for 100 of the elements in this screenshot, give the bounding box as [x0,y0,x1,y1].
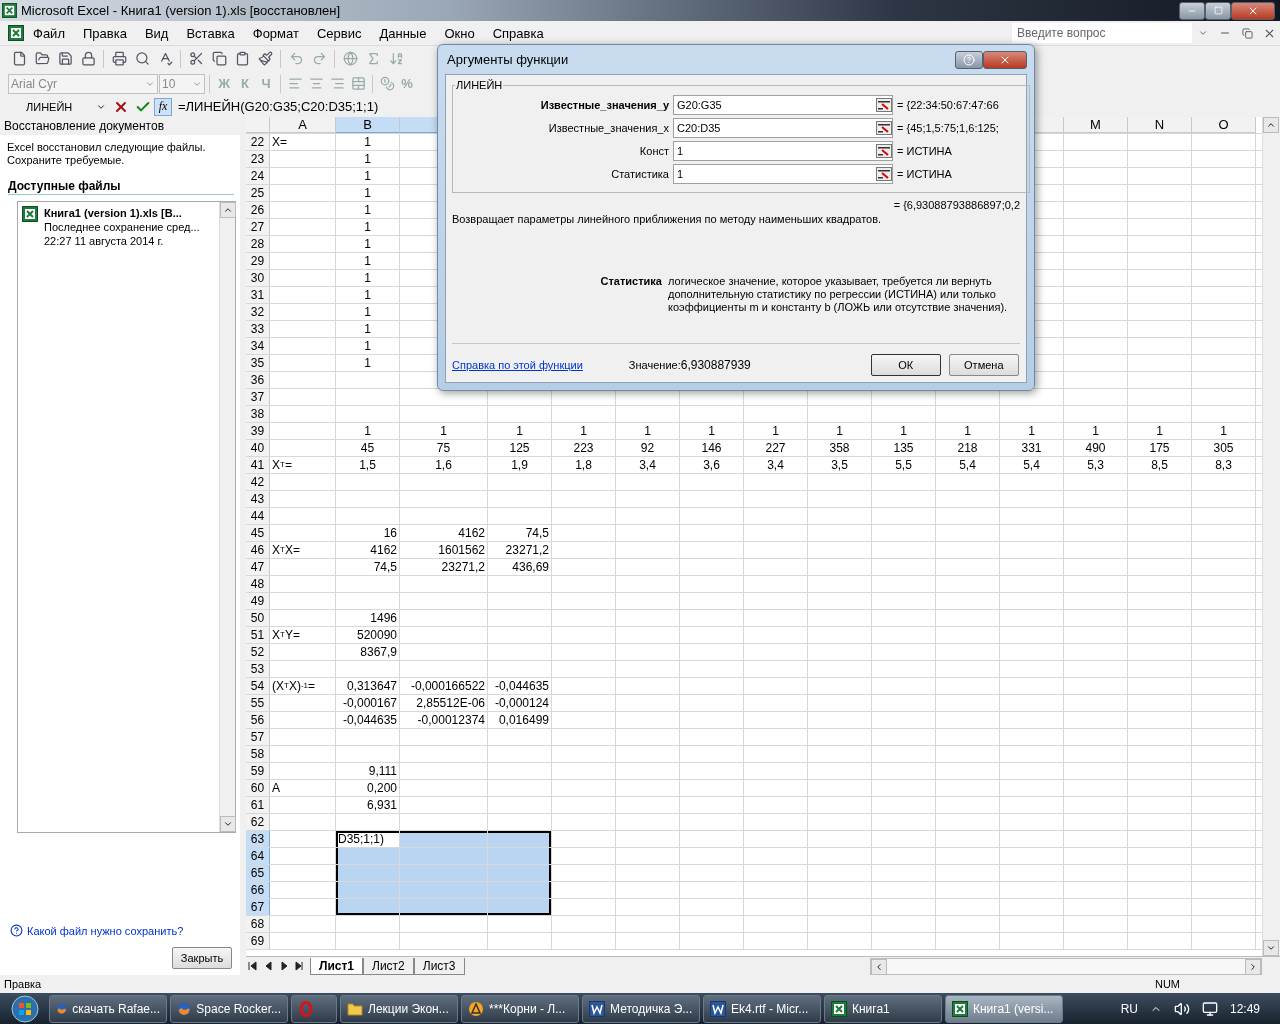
menu-item[interactable]: Вставка [177,25,244,41]
sheet-tab[interactable]: Лист2 [363,957,414,975]
clock[interactable]: 12:49 [1229,1001,1260,1016]
row-header[interactable]: 59 [246,763,270,779]
scroll-arrow-button[interactable] [1263,117,1279,133]
column-header[interactable]: M [1064,117,1128,133]
question-field[interactable]: Введите вопрос [1012,23,1192,43]
row-header[interactable]: 26 [246,202,270,218]
vertical-scrollbar[interactable] [1262,117,1280,956]
row-header[interactable]: 31 [246,287,270,303]
input-field[interactable]: G20:G35 [673,95,893,115]
row-header[interactable]: 45 [246,525,270,541]
row-header[interactable]: 69 [246,933,270,949]
row-header[interactable]: 55 [246,695,270,711]
row-header[interactable]: 67 [246,899,270,915]
horizontal-scrollbar[interactable] [870,957,1262,975]
row-header[interactable]: 47 [246,559,270,575]
collapse-dialog-icon[interactable] [876,121,892,135]
row-header[interactable]: 65 [246,865,270,881]
help-button[interactable] [955,50,983,69]
row-header[interactable]: 40 [246,440,270,456]
input-field[interactable]: 1 [673,164,893,184]
row-header[interactable]: 30 [246,270,270,286]
taskbar-button[interactable]: Space Rocker... [170,994,288,1023]
row-header[interactable]: 49 [246,593,270,609]
close-pane-button[interactable]: Закрыть [172,947,232,969]
input-field[interactable]: C20:D35 [673,118,893,138]
row-header[interactable]: 27 [246,219,270,235]
row-header[interactable]: 42 [246,474,270,490]
row-header[interactable]: 37 [246,389,270,405]
collapse-dialog-icon[interactable] [876,98,892,112]
row-header[interactable]: 25 [246,185,270,201]
row-header[interactable]: 24 [246,168,270,184]
row-header[interactable]: 53 [246,661,270,677]
row-header[interactable]: 38 [246,406,270,422]
column-header[interactable]: N [1128,117,1192,133]
file-name[interactable]: Книга1 (version 1).xls [В... [44,206,200,220]
menu-item[interactable]: Окно [435,25,484,41]
taskbar-button[interactable]: Лекции Экон... [340,994,458,1023]
sheet-tab[interactable]: Лист3 [413,957,465,975]
row-header[interactable]: 34 [246,338,270,354]
restore-button[interactable] [1205,1,1231,20]
scroll-arrow-button[interactable] [220,816,236,832]
scroll-arrow-button[interactable] [220,202,236,218]
input-field[interactable]: 1 [673,141,893,161]
taskbar-button[interactable]: скачать Rafae... [49,994,167,1023]
language-indicator[interactable]: RU [1120,1001,1138,1016]
row-header[interactable]: 43 [246,491,270,507]
row-header[interactable]: 22 [246,134,270,150]
scroll-arrow-button[interactable] [1263,940,1279,956]
row-header[interactable]: 41 [246,457,270,473]
column-header[interactable]: O [1192,117,1256,133]
row-header[interactable]: 48 [246,576,270,592]
collapse-dialog-icon[interactable] [876,167,892,181]
menu-item[interactable]: Вид [135,25,178,41]
insert-function-button[interactable]: fx [154,97,172,116]
row-header[interactable]: 32 [246,304,270,320]
menu-item[interactable]: Справка [483,25,553,41]
scroll-arrow-button[interactable] [871,958,887,975]
row-header[interactable]: 66 [246,882,270,898]
row-header[interactable]: 33 [246,321,270,337]
ok-button[interactable]: ОК [870,354,941,376]
row-header[interactable]: 51 [246,627,270,643]
help-link[interactable]: Какой файл нужно сохранить? [27,924,184,937]
row-header[interactable]: 54 [246,678,270,694]
taskbar-button[interactable] [291,994,337,1023]
sheet-tab[interactable]: Лист1 [310,957,364,975]
row-header[interactable]: 44 [246,508,270,524]
dialog-close-button[interactable] [983,50,1027,69]
row-header[interactable]: 58 [246,746,270,762]
minimize-button[interactable] [1179,1,1205,20]
taskbar-button[interactable]: Методичка Э... [582,994,700,1023]
row-header[interactable]: 23 [246,151,270,167]
column-header[interactable]: A [270,117,336,133]
formula-text[interactable]: =ЛИНЕЙН(G20:G35;C20:D35;1;1) [178,99,379,114]
row-header[interactable]: 46 [246,542,270,558]
row-header[interactable]: 62 [246,814,270,830]
help-link[interactable]: Справка по этой функции [452,359,583,371]
name-box[interactable]: ЛИНЕЙН [0,97,110,116]
cell-editor[interactable]: D35;1;1) [336,831,399,847]
taskbar-button[interactable]: ***Корни - Л... [461,994,579,1023]
row-header[interactable]: 50 [246,610,270,626]
close-button[interactable] [1231,1,1275,20]
menu-item[interactable]: Данные [370,25,436,41]
row-header[interactable]: 63 [246,831,270,847]
row-header[interactable]: 39 [246,423,270,439]
row-header[interactable]: 52 [246,644,270,660]
row-header[interactable]: 60 [246,780,270,796]
menu-item[interactable]: Правка [73,25,136,41]
row-header[interactable]: 56 [246,712,270,728]
row-header[interactable]: 61 [246,797,270,813]
row-header[interactable]: 36 [246,372,270,388]
sheet-navigation-icon[interactable] [248,961,304,971]
row-header[interactable]: 35 [246,355,270,371]
row-header[interactable]: 57 [246,729,270,745]
row-header[interactable]: 64 [246,848,270,864]
row-header[interactable]: 28 [246,236,270,252]
cancel-button[interactable]: Отмена [948,354,1019,376]
row-header[interactable]: 68 [246,916,270,932]
taskbar-button[interactable]: Книга1 [824,994,942,1023]
